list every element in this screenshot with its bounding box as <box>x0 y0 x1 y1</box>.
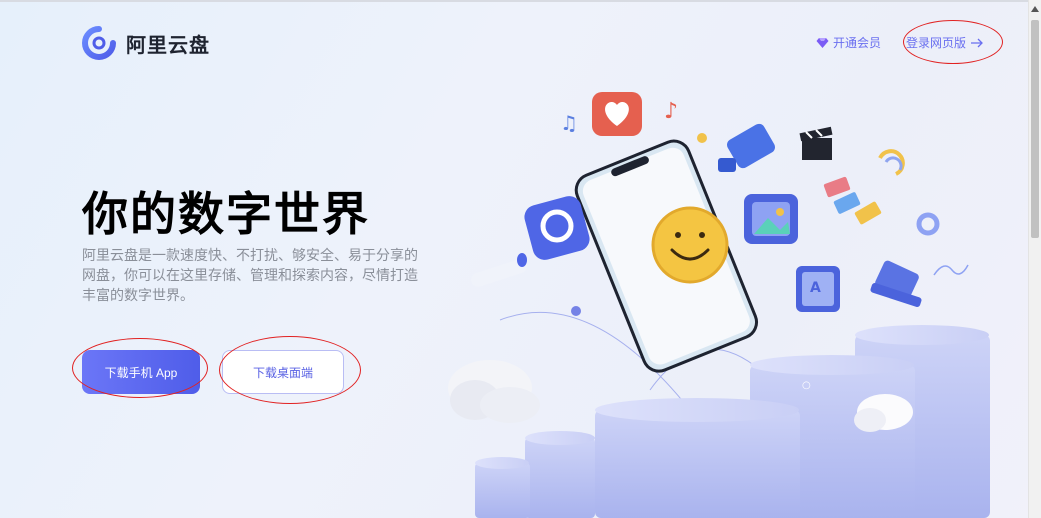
annotation-circle-desktop-button <box>219 336 361 404</box>
annotation-circle-login <box>903 20 1003 64</box>
pedestal <box>475 463 530 518</box>
hero-title: 你的数字世界 <box>82 187 370 241</box>
laptop-icon <box>870 260 922 308</box>
vip-label: 开通会员 <box>833 36 882 50</box>
music-note-icon: ♫ <box>560 111 578 135</box>
smiley-face-icon <box>651 206 729 284</box>
svg-text:A: A <box>810 280 821 296</box>
ring-decor <box>916 212 940 236</box>
video-camera-icon <box>718 123 775 172</box>
scrollbar-thumb[interactable] <box>1031 20 1039 238</box>
annotation-circle-app-button <box>72 338 208 398</box>
vertical-scrollbar[interactable] <box>1028 0 1041 518</box>
pedestal <box>525 438 595 518</box>
clapperboard-icon <box>799 126 833 160</box>
music-note-icon: ♪ <box>664 99 678 124</box>
decor-dot <box>571 306 581 316</box>
hero-description: 阿里云盘是一款速度快、不打扰、够安全、易于分享的网盘，你可以在这里存储、管理和探… <box>82 248 418 304</box>
cloud-icon <box>448 360 540 423</box>
heart-message-icon <box>592 92 642 136</box>
decor-dot <box>697 133 707 143</box>
brand-name: 阿里云盘 <box>126 32 210 57</box>
pedestal <box>595 410 800 518</box>
document-text-icon: A <box>796 266 840 312</box>
brand-logo[interactable]: 阿里云盘 <box>82 26 210 60</box>
books-icon <box>823 176 882 225</box>
image-photo-icon <box>744 194 798 244</box>
aliyun-drive-logo-icon <box>82 26 116 60</box>
hero-illustration: ♫ ♪ A ○ <box>448 92 990 518</box>
scroll-up-arrow-icon[interactable] <box>1031 6 1039 12</box>
tube-decor <box>471 253 527 287</box>
diamond-icon <box>816 37 829 48</box>
vip-link[interactable]: 开通会员 <box>816 34 881 51</box>
svg-text:○: ○ <box>802 380 811 391</box>
window-top-border <box>0 0 1041 2</box>
